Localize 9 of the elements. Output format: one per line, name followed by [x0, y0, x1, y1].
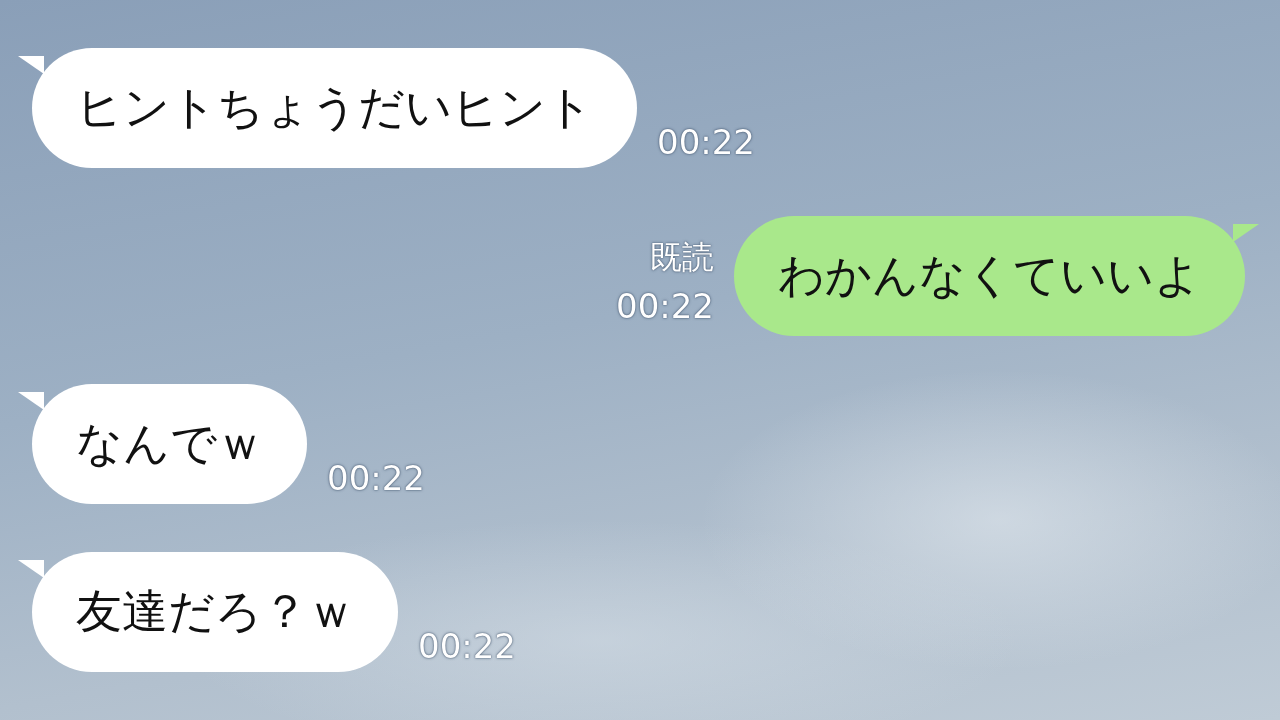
message-time: 00:22: [657, 121, 755, 164]
message-bubble: なんでｗ: [18, 384, 307, 504]
message-time: 00:22: [418, 625, 516, 668]
message-bubble: わかんなくていいよ: [734, 216, 1259, 336]
message-time: 00:22: [616, 285, 714, 328]
message-bubble: ヒントちょうだいヒント: [18, 48, 637, 168]
message-time: 00:22: [327, 457, 425, 500]
read-receipt: 既読: [650, 237, 714, 278]
message-bubble: 友達だろ？ｗ: [18, 552, 398, 672]
